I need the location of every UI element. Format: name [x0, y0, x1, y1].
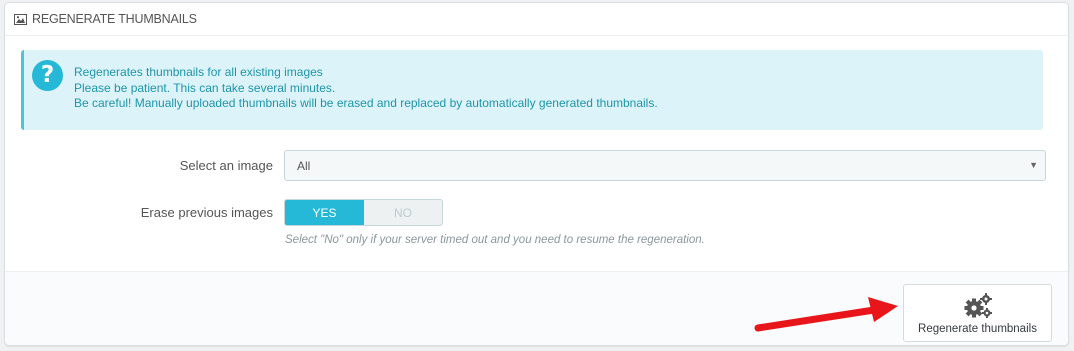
erase-images-label: Erase previous images: [140, 205, 273, 220]
regenerate-thumbnails-button[interactable]: Regenerate thumbnails: [903, 284, 1052, 342]
erase-no-option[interactable]: NO: [364, 200, 442, 225]
erase-help-text: Select "No" only if your server timed ou…: [285, 234, 705, 246]
select-image-label: Select an image: [179, 158, 273, 173]
regenerate-thumbnails-panel: Regenerate thumbnails ? Regenerates thum…: [4, 2, 1069, 346]
question-circle-icon: ?: [32, 60, 63, 91]
alert-line: Please be patient. This can take several…: [74, 80, 336, 95]
panel-title: Regenerate thumbnails: [32, 12, 197, 26]
alert-line: Be careful! Manually uploaded thumbnails…: [74, 96, 658, 110]
select-image-dropdown[interactable]: All ▼: [284, 150, 1046, 181]
picture-icon: [14, 13, 27, 25]
info-alert: ? Regenerates thumbnails for all existin…: [21, 50, 1043, 130]
alert-text: Regenerates thumbnails for all existing …: [74, 65, 658, 112]
cogs-icon: [964, 293, 992, 318]
regenerate-button-label: Regenerate thumbnails: [918, 323, 1037, 335]
select-image-value: All: [297, 158, 311, 173]
red-arrow-annotation: [754, 297, 898, 332]
caret-down-icon: ▼: [1029, 160, 1038, 170]
alert-line: Regenerates thumbnails for all existing …: [74, 65, 323, 79]
erase-images-switch[interactable]: YES NO: [284, 199, 443, 226]
erase-yes-option[interactable]: YES: [285, 200, 364, 225]
panel-heading: Regenerate thumbnails: [5, 3, 1068, 36]
